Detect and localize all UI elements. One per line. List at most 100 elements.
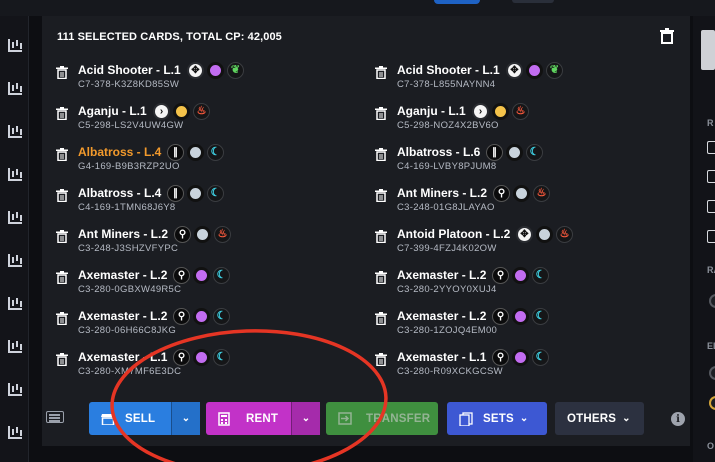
rarity-dot-icon	[526, 62, 543, 79]
top-nav-tab[interactable]	[512, 0, 554, 3]
card-item[interactable]: Axemaster - L.1 C3-280-XM7MF6E3DC ⚲ ☾	[56, 349, 346, 388]
card-name: Axemaster - L.2	[78, 268, 168, 282]
card-type-icon: ⚲	[174, 226, 191, 243]
selected-cards-summary: 111 SELECTED CARDS, TOTAL CP: 42,005	[57, 31, 282, 43]
card-attribute-icons: › ♨	[472, 103, 529, 120]
trash-icon[interactable]	[375, 230, 387, 243]
others-button[interactable]: OTHERS ⌄	[555, 402, 644, 435]
sidebar-scroll-element[interactable]	[701, 30, 715, 70]
chart-icon	[7, 167, 22, 181]
sidebar-checkbox[interactable]	[707, 230, 715, 243]
card-code: C5-298-LS2V4UW4GW	[78, 120, 184, 131]
rail-button[interactable]	[0, 243, 29, 277]
trash-icon[interactable]	[56, 189, 68, 202]
card-attribute-icons: ✥ ♨	[516, 226, 573, 243]
card-attribute-icons: › ♨	[153, 103, 210, 120]
card-item[interactable]: Axemaster - L.2 C3-280-0GBXW49R5C ⚲ ☾	[56, 267, 346, 306]
rail-button[interactable]	[0, 114, 29, 148]
card-code: C3-280-0GBXW49R5C	[78, 284, 182, 295]
trash-icon[interactable]	[56, 230, 68, 243]
card-item[interactable]: Axemaster - L.2 C3-280-1ZOJQ4EM00 ⚲ ☾	[375, 308, 665, 347]
card-item[interactable]: Albatross - L.4 C4-169-1TMN68J6Y8 ∥ ☾	[56, 185, 346, 224]
card-item[interactable]: Albatross - L.4 G4-169-B9B3RZP2UO ∥ ☾	[56, 144, 346, 183]
card-name: Acid Shooter - L.1	[78, 63, 181, 77]
shop-icon	[101, 413, 115, 425]
card-code: C3-280-2YYOY0XUJ4	[397, 284, 497, 295]
card-code: C5-298-NOZ4X2BV6O	[397, 120, 499, 131]
chart-icon	[7, 81, 22, 95]
sidebar-checkbox[interactable]	[707, 200, 715, 213]
rail-button[interactable]	[0, 372, 29, 406]
card-type-icon: ∥	[167, 144, 184, 161]
sell-button[interactable]: SELL ⌄	[89, 402, 200, 435]
trash-icon[interactable]	[56, 107, 68, 120]
trash-icon[interactable]	[660, 28, 674, 44]
card-code: C7-378-L855NAYNN4	[397, 79, 496, 90]
card-name: Axemaster - L.2	[78, 309, 168, 323]
rarity-dot-icon	[193, 267, 210, 284]
rail-button[interactable]	[0, 157, 29, 191]
rent-button[interactable]: RENT ⌄	[206, 402, 320, 435]
trash-icon[interactable]	[375, 189, 387, 202]
card-code: C3-248-J3SHZVFYPC	[78, 243, 179, 254]
sidebar-section-label: RA	[707, 265, 715, 275]
card-name: Albatross - L.4	[78, 145, 162, 159]
card-type-icon: ⚲	[492, 349, 509, 366]
trash-icon[interactable]	[56, 312, 68, 325]
rail-button[interactable]	[0, 329, 29, 363]
card-item[interactable]: Acid Shooter - L.1 C7-378-K3Z8KD85SW ✥ ❦	[56, 62, 346, 101]
rarity-dot-icon	[536, 226, 553, 243]
card-attribute-icons: ✥ ❦	[187, 62, 244, 79]
card-item[interactable]: Antoid Platoon - L.2 C7-399-4FZJ4K02OW ✥ ♨	[375, 226, 665, 265]
card-type-icon: ∥	[486, 144, 503, 161]
trash-icon[interactable]	[375, 353, 387, 366]
rarity-dot-icon	[193, 349, 210, 366]
trash-icon[interactable]	[375, 271, 387, 284]
chevron-down-icon: ⌄	[181, 413, 191, 424]
card-item[interactable]: Albatross - L.6 C4-169-LVBY8PJUM8 ∥ ☾	[375, 144, 665, 183]
trash-icon[interactable]	[375, 107, 387, 120]
card-name: Axemaster - L.2	[397, 309, 487, 323]
sidebar-checkbox[interactable]	[707, 170, 715, 183]
card-attribute-icons: ∥ ☾	[167, 144, 224, 161]
card-name: Axemaster - L.2	[397, 268, 487, 282]
rent-button-label: RENT	[246, 412, 279, 425]
card-item[interactable]: Acid Shooter - L.1 C7-378-L855NAYNN4 ✥ ❦	[375, 62, 665, 101]
sets-button[interactable]: SETS ⌄	[447, 402, 547, 435]
chart-icon	[7, 339, 22, 353]
card-attribute-icons: ⚲ ☾	[492, 267, 549, 284]
card-item[interactable]: Aganju - L.1 C5-298-NOZ4X2BV6O › ♨	[375, 103, 665, 142]
card-type-icon: ⚲	[492, 267, 509, 284]
sidebar-checkbox[interactable]	[707, 141, 715, 154]
info-icon[interactable]: i	[671, 412, 685, 426]
card-item[interactable]: Axemaster - L.1 C3-280-R09XCKGCSW ⚲ ☾	[375, 349, 665, 388]
element-icon: ☾	[532, 349, 549, 366]
transfer-button[interactable]: TRANSFER	[326, 402, 438, 435]
card-item[interactable]: Aganju - L.1 C5-298-LS2V4UW4GW › ♨	[56, 103, 346, 142]
trash-icon[interactable]	[56, 148, 68, 161]
trash-icon[interactable]	[375, 148, 387, 161]
top-nav-tab-active[interactable]	[434, 0, 480, 4]
card-item[interactable]: Ant Miners - L.2 C3-248-01G8JLAYAO ⚲ ♨	[375, 185, 665, 224]
trash-icon[interactable]	[56, 353, 68, 366]
card-item[interactable]: Axemaster - L.2 C3-280-2YYOY0XUJ4 ⚲ ☾	[375, 267, 665, 306]
rail-button[interactable]	[0, 415, 29, 449]
trash-icon[interactable]	[375, 66, 387, 79]
trash-icon[interactable]	[56, 271, 68, 284]
rail-button[interactable]	[0, 28, 29, 62]
keyboard-icon[interactable]	[46, 411, 64, 423]
chart-icon	[7, 253, 22, 267]
rarity-dot-icon	[506, 144, 523, 161]
rent-dropdown-toggle[interactable]: ⌄	[291, 402, 320, 435]
card-type-icon: ›	[472, 103, 489, 120]
card-item[interactable]: Axemaster - L.2 C3-280-06H66C8JKG ⚲ ☾	[56, 308, 346, 347]
card-name: Axemaster - L.1	[397, 350, 487, 364]
rail-button[interactable]	[0, 286, 29, 320]
trash-icon[interactable]	[56, 66, 68, 79]
card-item[interactable]: Ant Miners - L.2 C3-248-J3SHZVFYPC ⚲ ♨	[56, 226, 346, 265]
rail-button[interactable]	[0, 71, 29, 105]
rail-button[interactable]	[0, 200, 29, 234]
sell-dropdown-toggle[interactable]: ⌄	[171, 402, 200, 435]
trash-icon[interactable]	[375, 312, 387, 325]
card-attribute-icons: ⚲ ☾	[173, 267, 230, 284]
